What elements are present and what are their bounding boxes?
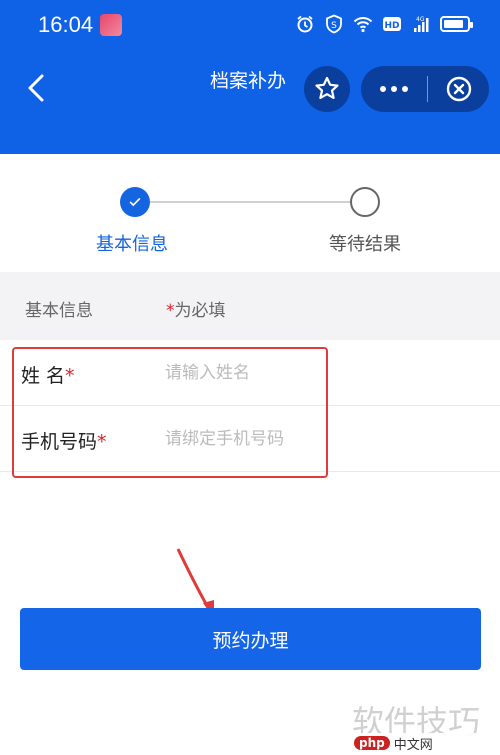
php-logo-mark: php [354,736,390,750]
phone-required-star: * [97,431,107,453]
php-cn-logo: php 中文网 [350,733,498,753]
signal-4g-icon: 4G [411,14,431,34]
step-1-check-icon [120,187,150,217]
alarm-icon [295,14,315,34]
svg-text:HD: HD [384,21,399,31]
name-label-text: 姓 名 [21,365,66,387]
status-icons: S HD 4G [295,14,473,34]
required-note: *为必填 [166,296,226,321]
page-title-text: 档案补办 [210,70,287,92]
php-logo-text: 中文网 [393,737,433,753]
more-dots-icon [380,86,386,92]
chevron-left-icon [28,74,44,102]
shield-s-icon: S [324,14,344,34]
app-notification-icon [100,14,122,36]
phone-label: 手机号码* [21,427,107,454]
name-label: 姓 名* [21,361,75,388]
step-1-label: 基本信息 [96,234,168,255]
phone-row: 手机号码* [0,406,500,472]
battery-level [444,20,463,28]
wifi-icon [353,14,373,34]
close-button[interactable] [428,66,489,112]
required-note-text: 为必填 [174,301,226,321]
status-bar: 16:04 S HD 4G [0,0,500,50]
step-2-label: 等待结果 [329,234,401,255]
name-row: 姓 名* [0,340,500,406]
step-connector [150,201,350,203]
mini-program-capsule [361,66,489,112]
phone-input[interactable] [165,422,465,456]
section-header: 基本信息 *为必填 [0,272,500,340]
required-star: * [166,301,175,321]
more-button[interactable] [361,66,427,112]
appointment-submit-button[interactable]: 预约办理 [20,608,481,670]
star-outline-icon [315,76,339,99]
close-circle-icon [446,76,471,102]
name-required-star: * [65,365,75,387]
section-title: 基本信息 [25,301,93,321]
phone-label-text: 手机号码 [21,431,98,453]
step-2-circle-icon [350,187,380,217]
more-dot [402,86,408,92]
svg-text:4G: 4G [416,16,425,23]
progress-steps: 基本信息 等待结果 [0,154,500,272]
favorite-button[interactable] [304,66,350,112]
battery-icon [440,16,473,32]
header: 档案补办 [0,50,500,154]
name-input[interactable] [165,356,465,390]
more-dot [391,86,397,92]
back-button[interactable] [22,70,50,106]
svg-text:S: S [331,21,337,31]
hd-icon: HD [382,14,402,34]
status-time: 16:04 [38,12,94,37]
